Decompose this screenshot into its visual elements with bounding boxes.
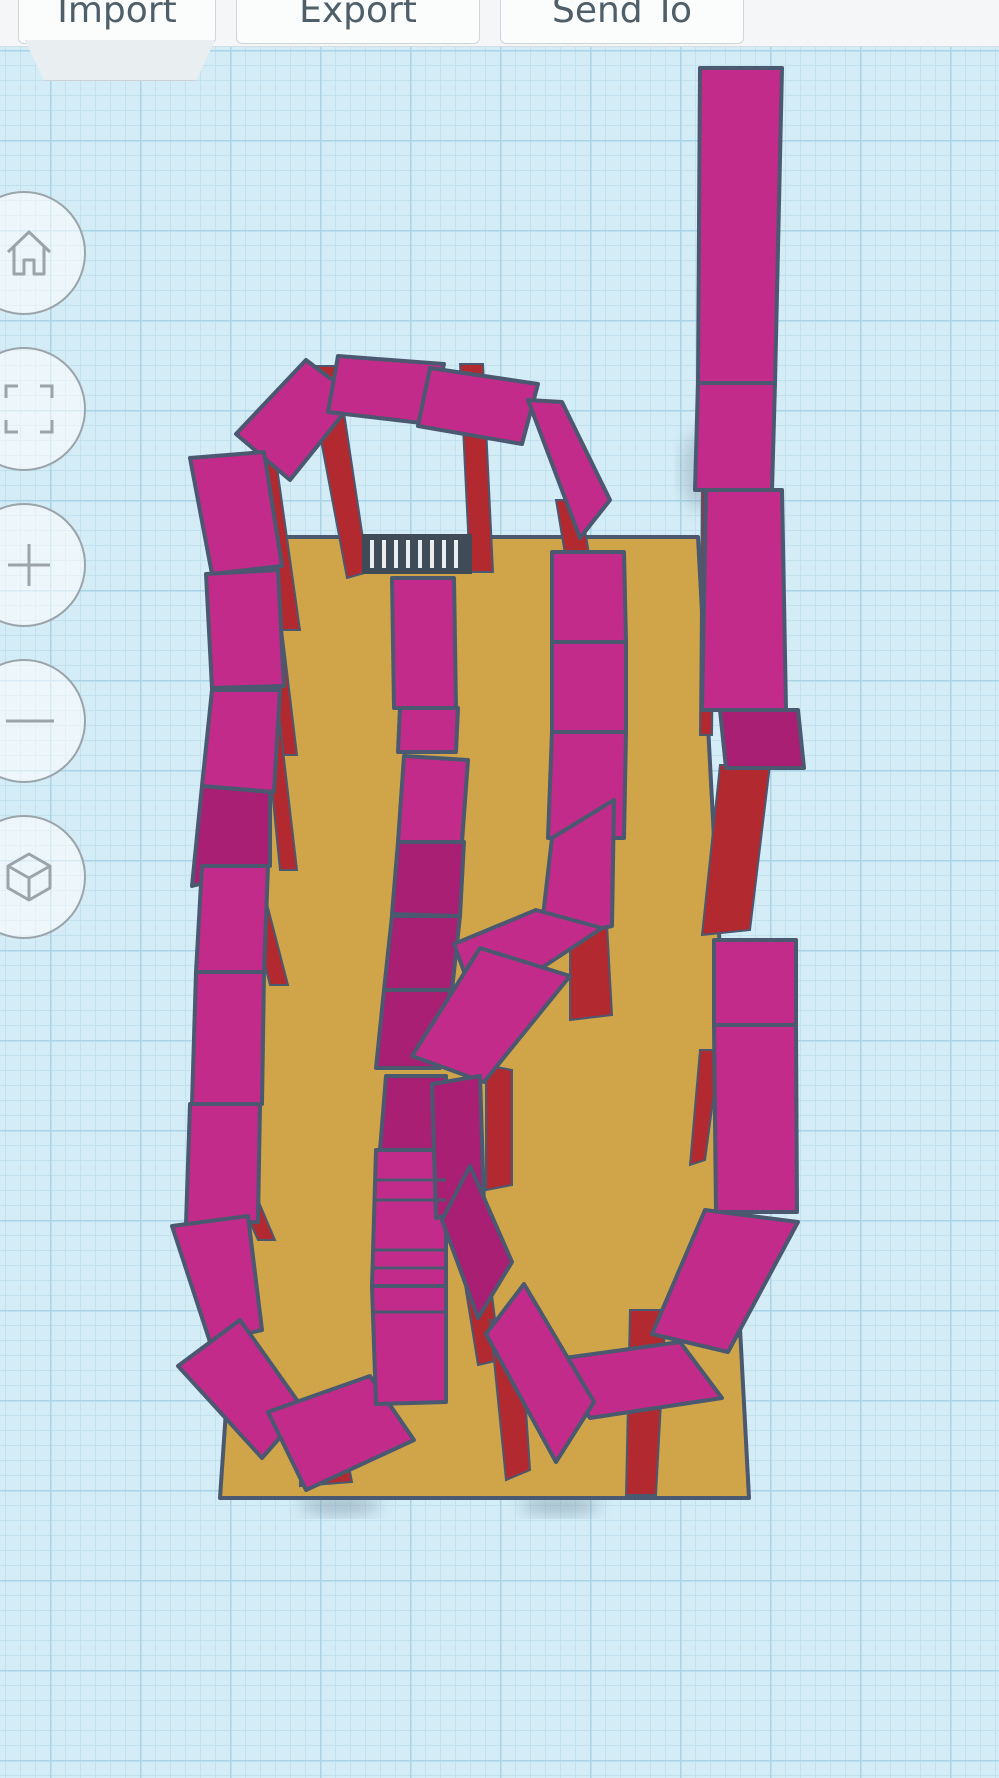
domino	[550, 640, 628, 734]
domino	[718, 708, 806, 770]
domino	[396, 754, 470, 844]
domino	[390, 576, 458, 710]
domino	[200, 688, 282, 794]
domino	[194, 864, 270, 974]
arch-grille	[362, 534, 472, 574]
domino	[712, 1023, 799, 1214]
domino	[700, 488, 788, 712]
domino	[184, 1102, 262, 1226]
domino	[693, 381, 777, 492]
domino	[696, 66, 784, 385]
domino	[370, 1284, 448, 1406]
domino	[188, 450, 284, 576]
domino	[396, 706, 460, 754]
domino	[390, 840, 466, 918]
domino	[190, 970, 266, 1106]
domino	[170, 1214, 264, 1344]
workplane-scene[interactable]	[0, 0, 999, 1778]
domino	[416, 366, 540, 446]
domino	[550, 550, 628, 644]
domino	[712, 938, 798, 1027]
domino	[204, 568, 286, 690]
domino	[382, 914, 462, 992]
